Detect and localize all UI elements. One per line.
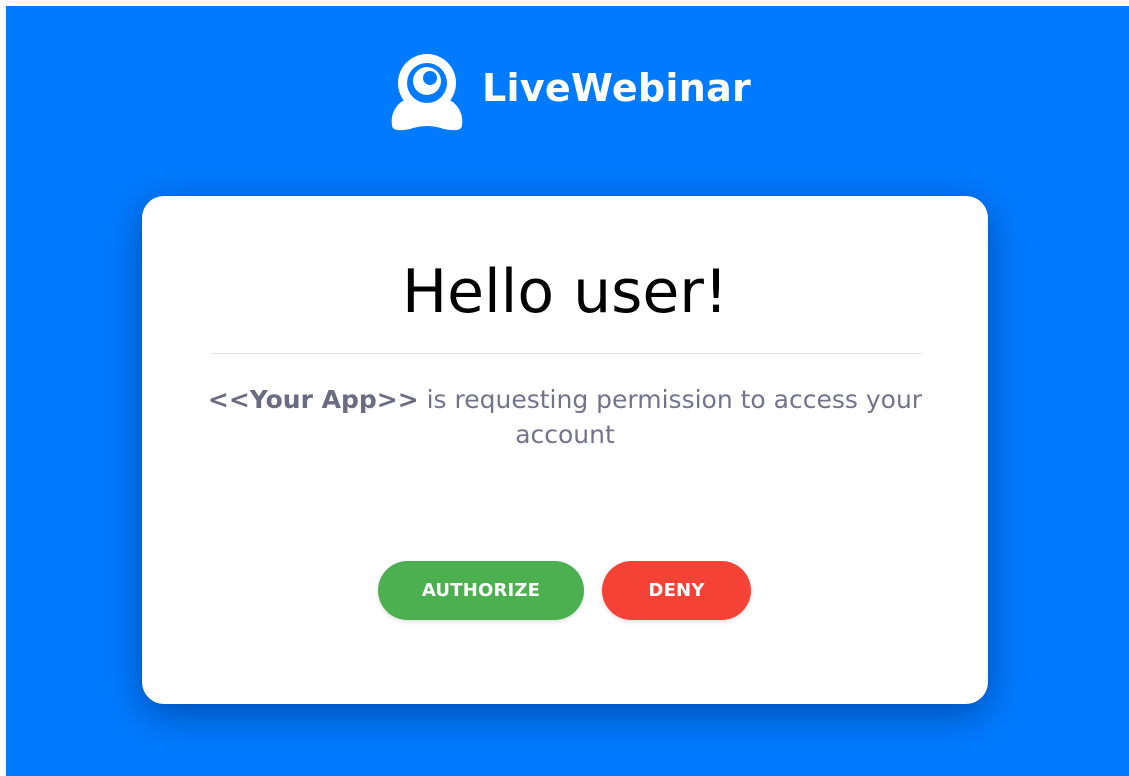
deny-button[interactable]: DENY bbox=[602, 561, 751, 620]
brand-name: LiveWebinar bbox=[482, 66, 752, 110]
authorization-card: Hello user! <<Your App>> is requesting p… bbox=[142, 196, 988, 704]
authorize-button[interactable]: AUTHORIZE bbox=[378, 561, 584, 620]
app-name: <<Your App>> bbox=[207, 385, 419, 414]
divider bbox=[210, 353, 922, 354]
permission-message: <<Your App>> is requesting permission to… bbox=[202, 382, 928, 452]
page-background: LiveWebinar Hello user! <<Your App>> is … bbox=[6, 6, 1129, 776]
brand-logo: LiveWebinar bbox=[384, 48, 751, 134]
greeting-title: Hello user! bbox=[401, 257, 729, 327]
permission-text: is requesting permission to access your … bbox=[418, 385, 923, 449]
webcam-icon bbox=[391, 54, 463, 131]
